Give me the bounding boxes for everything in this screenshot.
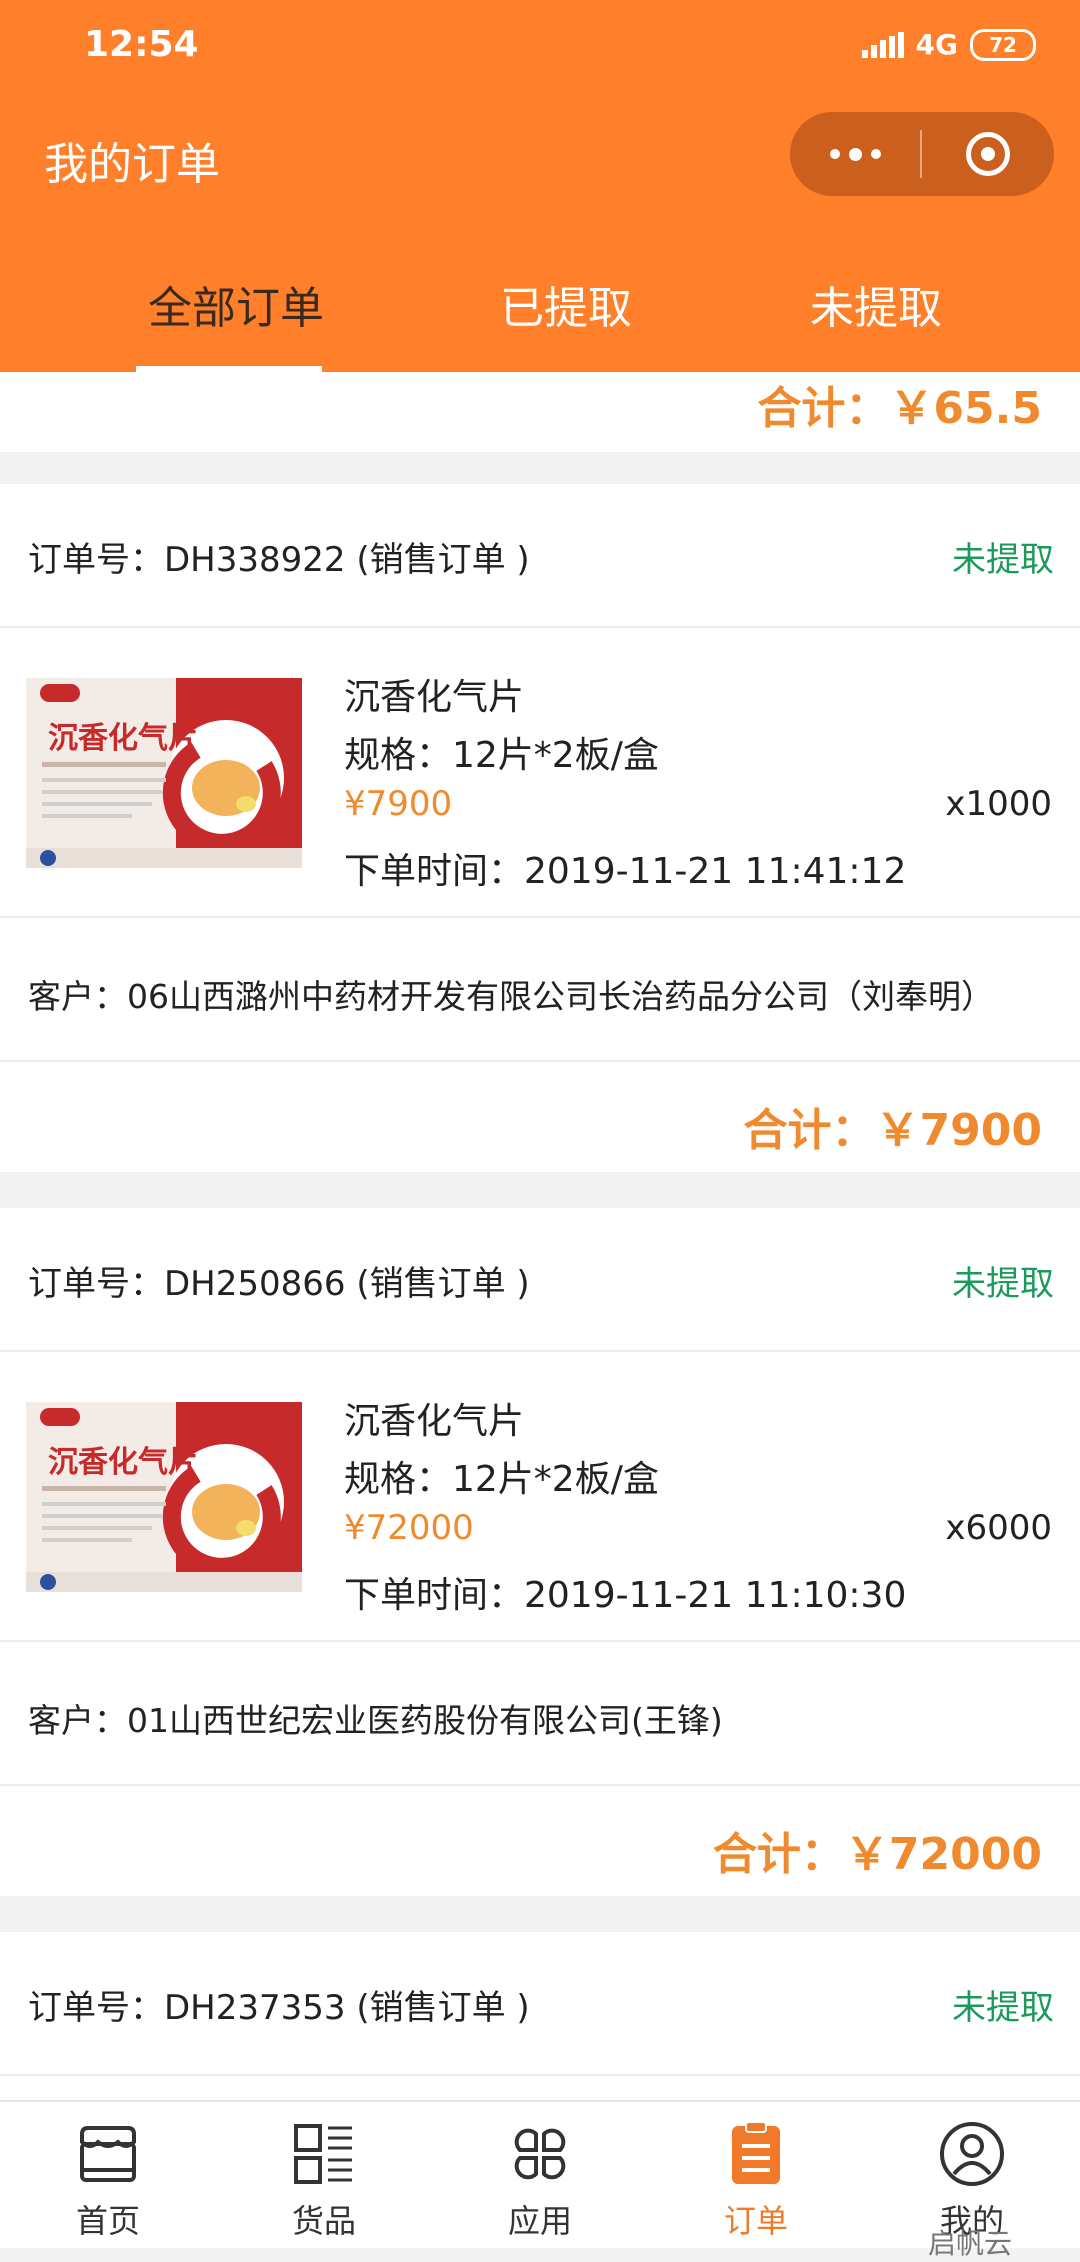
order-customer-row: 客户：01山西世纪宏业医药股份有限公司(王锋) <box>0 1642 1080 1786</box>
tab-home[interactable]: 首页 <box>0 2102 216 2250</box>
product-spec: 规格：12片*2板/盒 <box>344 735 659 776</box>
status-icons: 4G 72 <box>861 28 1036 61</box>
product-image: 沉香化气片 <box>26 678 302 868</box>
order-tabs: 全部订单 已提取 未提取 <box>0 262 1080 372</box>
order-status: 未提取 <box>952 1988 1054 2028</box>
order-number: 订单号：DH237353 (销售订单 ) <box>28 1988 530 2028</box>
tab-apps[interactable]: 应用 <box>432 2102 648 2250</box>
goods-list-icon <box>294 2124 352 2184</box>
tab-unpicked[interactable]: 未提取 <box>810 272 942 336</box>
order-total-row: 合计：￥7900 <box>0 1062 1080 1172</box>
order-time: 下单时间：2019-11-21 11:10:30 <box>344 1575 907 1616</box>
order-total: 合计：￥7900 <box>743 1105 1042 1156</box>
tab-label: 应用 <box>507 2202 572 2240</box>
tab-all-orders[interactable]: 全部订单 <box>148 272 324 336</box>
order-header-row[interactable]: 订单号：DH250866 (销售订单 ) 未提取 <box>0 1208 1080 1352</box>
page-title: 我的订单 <box>44 139 220 190</box>
order-icon <box>732 2121 780 2184</box>
order-time: 下单时间：2019-11-21 11:41:12 <box>344 851 907 892</box>
user-icon <box>940 2122 1004 2186</box>
product-name: 沉香化气片 <box>344 677 525 718</box>
tab-goods[interactable]: 货品 <box>216 2102 432 2250</box>
battery-level: 72 <box>989 32 1017 57</box>
product-image: 沉香化气片 <box>26 1402 302 1592</box>
tab-picked[interactable]: 已提取 <box>500 272 632 336</box>
product-price: ¥72000 <box>344 1508 474 1548</box>
header: 12:54 4G 72 我的订单 全部订单 已提取 未提取 <box>0 0 1080 372</box>
customer-info: 客户：06山西潞州中药材开发有限公司长治药品分公司（刘奉明） <box>28 977 994 1016</box>
tab-label: 订单 <box>723 2202 788 2240</box>
more-dot-icon <box>870 149 881 159</box>
tab-label: 货品 <box>291 2202 356 2240</box>
close-miniapp-button[interactable] <box>922 132 1054 176</box>
more-button[interactable] <box>790 112 920 196</box>
watermark: 启帆云 <box>928 2227 1013 2260</box>
bottom-tabbar: 首页 货品 应用 订单 我的 <box>0 2100 1080 2248</box>
store-icon <box>80 2126 136 2182</box>
more-dot-icon <box>829 149 840 159</box>
order-total: 合计：￥65.5 <box>757 383 1042 434</box>
product-spec: 规格：12片*2板/盒 <box>344 1459 659 1500</box>
product-quantity: x6000 <box>945 1508 1052 1548</box>
product-name: 沉香化气片 <box>344 1401 525 1442</box>
order-header-row[interactable]: 订单号：DH237353 (销售订单 ) 未提取 <box>0 1932 1080 2076</box>
product-price: ¥7900 <box>344 784 453 824</box>
svg-text:沉香化气片: 沉香化气片 <box>48 1445 198 1480</box>
order-product-row[interactable]: 沉香化气片 沉香化气片 规格：12片*2板/盒 ¥72000 x6000 下单时… <box>0 1352 1080 1642</box>
product-quantity: x1000 <box>945 784 1052 824</box>
signal-icon <box>861 31 904 58</box>
order-customer-row: 客户：06山西潞州中药材开发有限公司长治药品分公司（刘奉明） <box>0 918 1080 1062</box>
order-status: 未提取 <box>952 1264 1054 1304</box>
tab-orders[interactable]: 订单 <box>648 2102 864 2250</box>
tab-label: 首页 <box>75 2202 140 2240</box>
target-icon <box>966 132 1010 176</box>
miniapp-capsule <box>790 112 1054 196</box>
status-bar: 12:54 4G 72 <box>0 0 1080 96</box>
status-time: 12:54 <box>84 24 199 65</box>
order-total-row: 合计：￥72000 <box>0 1786 1080 1896</box>
order-number: 订单号：DH250866 (销售订单 ) <box>28 1264 530 1304</box>
apps-icon <box>514 2128 566 2180</box>
order-list[interactable]: 合计：￥65.5 订单号：DH338922 (销售订单 ) 未提取 沉香化气片 … <box>0 372 1080 2100</box>
order-header-row[interactable]: 订单号：DH338922 (销售订单 ) 未提取 <box>0 484 1080 628</box>
order-product-row <box>0 2076 1080 2100</box>
network-type: 4G <box>915 28 958 61</box>
order-status: 未提取 <box>952 540 1054 580</box>
order-number: 订单号：DH338922 (销售订单 ) <box>28 540 530 580</box>
order-total: 合计：￥72000 <box>712 1829 1042 1880</box>
more-dot-icon <box>848 147 862 161</box>
customer-info: 客户：01山西世纪宏业医药股份有限公司(王锋) <box>28 1701 723 1740</box>
order-product-row[interactable]: 沉香化气片 沉香化气片 规格：12片*2板/盒 ¥7900 x1000 下单时间… <box>0 628 1080 918</box>
order-total-row: 合计：￥65.5 <box>0 372 1080 452</box>
battery-icon: 72 <box>970 28 1036 61</box>
svg-text:沉香化气片: 沉香化气片 <box>48 721 198 756</box>
